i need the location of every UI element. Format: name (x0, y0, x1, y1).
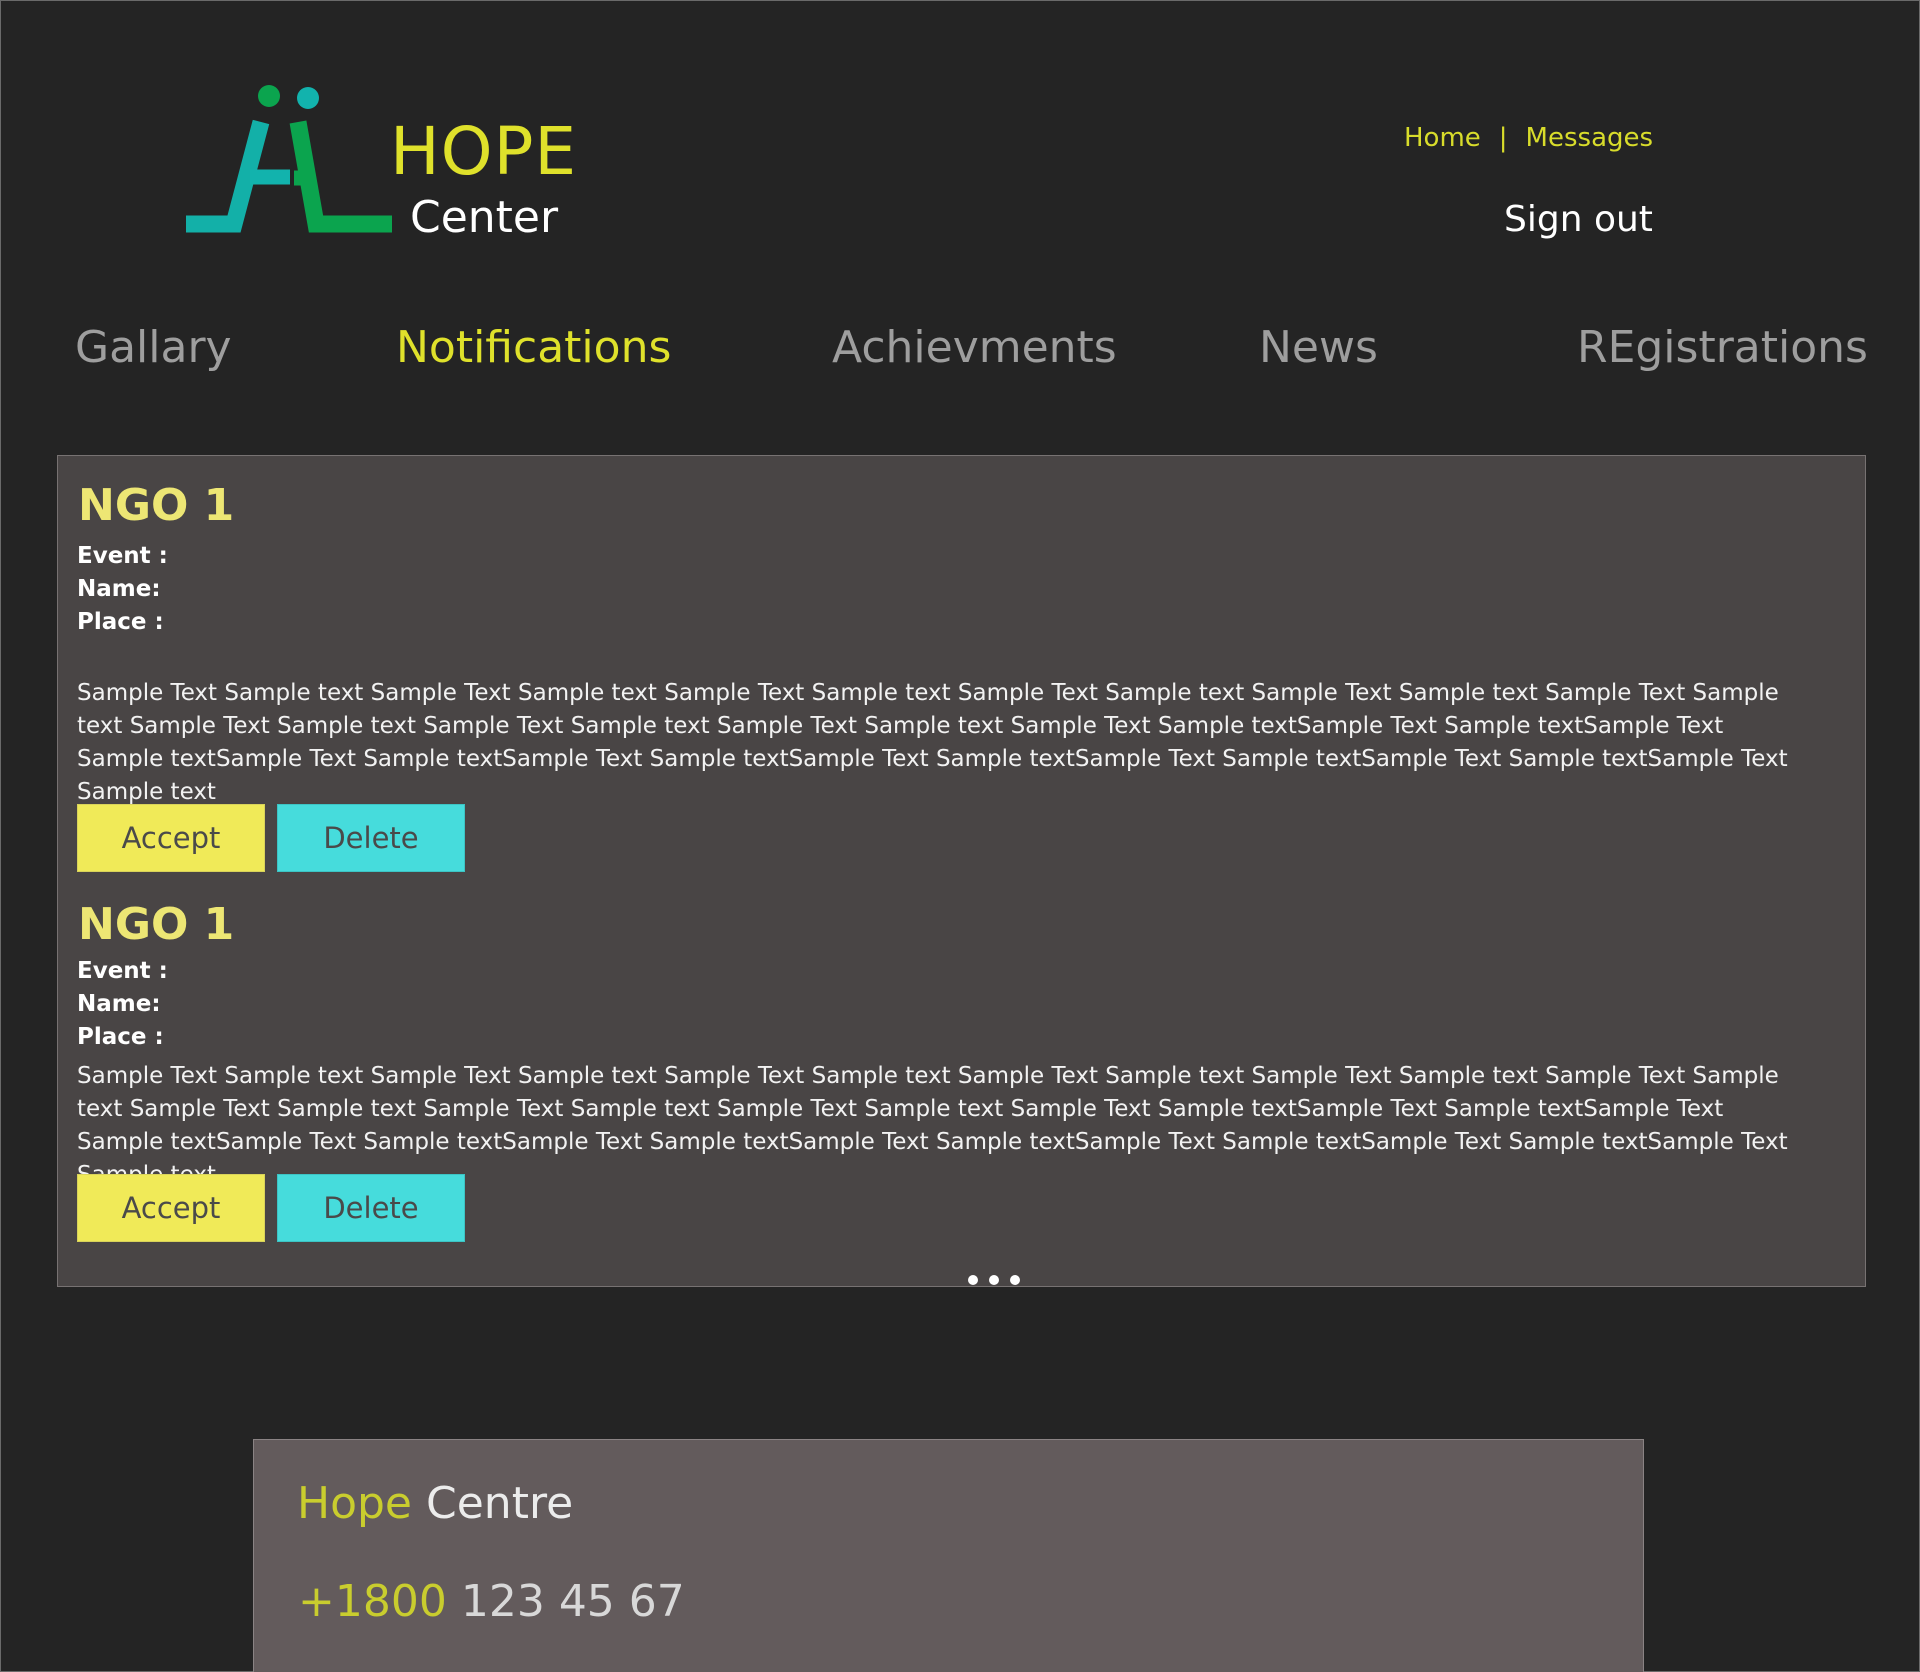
footer: Hope Centre +1800 123 45 67 (253, 1439, 1644, 1672)
nav-gallary[interactable]: Gallary (75, 320, 232, 376)
top-links: Home | Messages (1404, 120, 1653, 156)
name-label: Name: (77, 991, 161, 1017)
delete-button[interactable]: Delete (277, 804, 465, 872)
brand-subtitle: Center (410, 192, 559, 243)
notification-title: NGO 1 (78, 480, 235, 531)
event-label: Event : (77, 958, 168, 984)
footer-brand-second: Centre (426, 1478, 574, 1529)
event-label: Event : (77, 543, 168, 569)
nav-news[interactable]: News (1259, 320, 1378, 376)
delete-button[interactable]: Delete (277, 1174, 465, 1242)
footer-brand: Hope Centre (297, 1476, 573, 1532)
phone-prefix: +1800 (298, 1576, 447, 1627)
phone-number: 123 45 67 (460, 1576, 685, 1627)
link-separator: | (1498, 123, 1508, 153)
notification-title: NGO 1 (78, 899, 235, 950)
nav-registrations[interactable]: REgistrations (1577, 320, 1868, 376)
notification-card: NGO 1 Event : Name: Place : Sample Text … (77, 480, 1817, 809)
nav-notifications[interactable]: Notifications (396, 320, 671, 376)
messages-link[interactable]: Messages (1526, 123, 1654, 153)
home-link[interactable]: Home (1404, 123, 1481, 153)
notifications-panel: NGO 1 Event : Name: Place : Sample Text … (57, 455, 1866, 1287)
footer-phone: +1800 123 45 67 (298, 1574, 685, 1630)
brand-title: HOPE (390, 113, 578, 190)
place-label: Place : (77, 609, 164, 635)
place-label: Place : (77, 1024, 164, 1050)
name-label: Name: (77, 576, 161, 602)
notification-body: Sample Text Sample text Sample Text Samp… (77, 680, 1788, 805)
accept-button[interactable]: Accept (77, 804, 265, 872)
accept-button[interactable]: Accept (77, 1174, 265, 1242)
hope-logo-icon (186, 85, 392, 233)
nav-achievments[interactable]: Achievments (832, 320, 1117, 376)
sign-out-link[interactable]: Sign out (1504, 196, 1653, 244)
notification-card: NGO 1 Event : Name: Place : Sample Text … (77, 899, 1817, 1192)
notification-body: Sample Text Sample text Sample Text Samp… (77, 1063, 1788, 1188)
footer-brand-first: Hope (297, 1478, 413, 1529)
more-dots-icon[interactable] (958, 1273, 1028, 1287)
